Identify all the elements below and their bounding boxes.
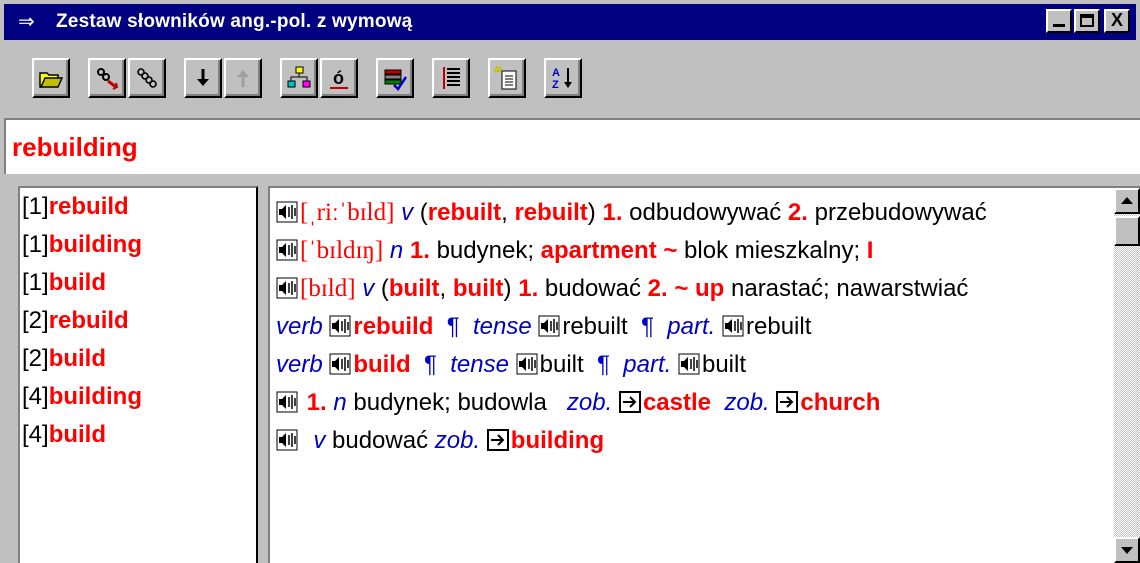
speaker-icon[interactable] [722,315,744,337]
entry-row: [ˌriːˈbɪld] v (rebuilt, rebuilt) 1. odbu… [276,194,1112,232]
toolbar: ó AZ [4,44,1136,106]
cross-reference-link[interactable]: church [800,389,880,416]
part-of-speech: v [362,275,375,302]
part-of-speech: v [401,199,414,226]
arrow-down-icon [197,69,209,86]
speaker-icon[interactable] [329,315,351,337]
triangle-up-icon [1121,197,1133,204]
entry-row: [ˈbɪldɪŋ] n 1. budynek; apartment ~ blok… [276,232,1112,270]
entry-panel: [ˌriːˈbɪld] v (rebuilt, rebuilt) 1. odbu… [268,186,1140,563]
list-item[interactable]: [4]build [20,416,256,454]
new-page-button[interactable] [488,58,526,98]
list-icon [443,67,460,89]
entry-content: [ˌriːˈbɪld] v (rebuilt, rebuilt) 1. odbu… [276,194,1112,460]
list-item[interactable]: [2]rebuild [20,302,256,340]
cross-reference-icon[interactable] [486,429,509,451]
title-bar[interactable]: ⇒ Zestaw słowników ang.-pol. z wymową X [4,4,1136,40]
svg-text:ó: ó [333,68,344,88]
books-check-icon [384,69,408,91]
part-of-speech: n [389,237,404,264]
window-controls: X [1046,9,1130,33]
search-field-frame [4,118,1140,174]
arrow-up-icon [237,70,249,87]
list-item[interactable]: [2]build [20,340,256,378]
sort-az-icon: AZ [552,67,572,91]
speaker-icon[interactable] [329,353,351,375]
previous-button[interactable] [224,58,262,98]
svg-text:Z: Z [552,79,559,91]
speaker-icon[interactable] [276,391,298,413]
sort-button[interactable]: AZ [544,58,582,98]
app-icon[interactable]: ⇒ [18,10,42,34]
speaker-icon[interactable] [276,239,298,261]
entry-row: [bɪld] v (built, built) 1. budować 2. ~ … [276,270,1112,308]
next-button[interactable] [184,58,222,98]
entry-row: verb rebuild ¶ tense rebuilt ¶ part. reb… [276,313,812,340]
triangle-down-icon [1121,547,1133,554]
accent-o-icon: ó [330,68,348,89]
unlink-icon [97,68,119,90]
link-icon [137,68,157,88]
svg-text:A: A [552,67,560,79]
close-button[interactable]: X [1104,9,1130,33]
tree-icon [287,66,311,88]
list-item[interactable]: [1]rebuild [20,188,256,226]
scroll-down-button[interactable] [1114,537,1140,563]
headword-list: [1]rebuild [1]building [1]build [2]rebui… [18,186,258,563]
vertical-scrollbar[interactable] [1114,188,1140,563]
cross-reference-link[interactable]: building [511,427,604,454]
list-item[interactable]: [1]build [20,264,256,302]
list-item[interactable]: [4]building [20,378,256,416]
open-button[interactable] [32,58,70,98]
unlink-button[interactable] [88,58,126,98]
speaker-icon[interactable] [276,201,298,223]
cross-reference-icon[interactable] [776,391,799,413]
new-page-icon [494,65,517,90]
speaker-icon[interactable] [276,277,298,299]
speaker-icon[interactable] [678,353,700,375]
tree-button[interactable] [280,58,318,98]
cross-reference-icon[interactable] [618,391,641,413]
window-title: Zestaw słowników ang.-pol. z wymową [56,11,413,32]
speaker-icon[interactable] [276,429,298,451]
link-button[interactable] [128,58,166,98]
dictionaries-button[interactable] [376,58,414,98]
list-item[interactable]: [1]building [20,226,256,264]
speaker-icon[interactable] [538,315,560,337]
pronunciation: [ˈbɪldɪŋ] [300,237,384,264]
scroll-thumb[interactable] [1114,216,1140,246]
list-button[interactable] [432,58,470,98]
pronunciation: [ˌriːˈbɪld] [300,199,395,226]
app-window: ⇒ Zestaw słowników ang.-pol. z wymową X … [0,0,1140,563]
scroll-up-button[interactable] [1114,188,1140,214]
search-input[interactable] [12,132,1112,163]
entry-row: 1. n budynek; budowla zob. castle zob. c… [276,384,1112,422]
open-folder-icon [39,72,64,88]
entry-row: verb build ¶ tense built ¶ part. built [276,351,746,378]
minimize-button[interactable] [1046,9,1072,33]
pronunciation-button[interactable]: ó [320,58,358,98]
speaker-icon[interactable] [516,353,538,375]
pronunciation: [bɪld] [300,275,356,302]
maximize-button[interactable] [1074,9,1100,33]
cross-reference-link[interactable]: castle [643,389,711,416]
entry-row: v budować zob. building [276,422,1112,460]
